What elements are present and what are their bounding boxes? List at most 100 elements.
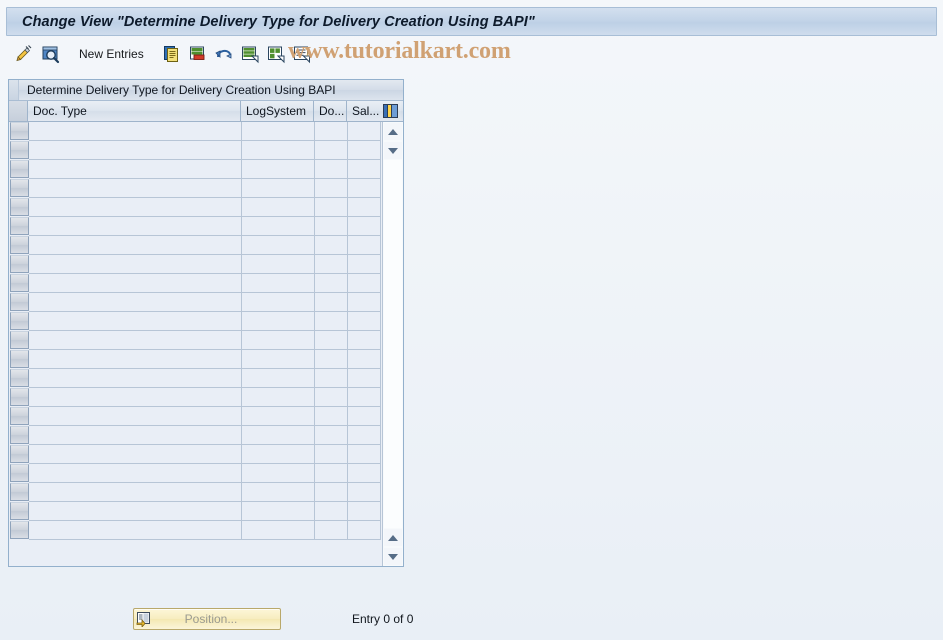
cell-sal[interactable]: [348, 274, 381, 293]
scroll-down-button-top[interactable]: [384, 142, 402, 159]
table-row[interactable]: [9, 122, 382, 141]
cell-log_system[interactable]: [242, 464, 315, 483]
cell-doc_type[interactable]: [29, 483, 242, 502]
cell-log_system[interactable]: [242, 388, 315, 407]
select-block-button[interactable]: [265, 43, 287, 65]
cell-do[interactable]: [315, 312, 348, 331]
row-select-button[interactable]: [10, 255, 29, 273]
cell-sal[interactable]: [348, 179, 381, 198]
cell-sal[interactable]: [348, 141, 381, 160]
cell-log_system[interactable]: [242, 407, 315, 426]
cell-sal[interactable]: [348, 198, 381, 217]
table-row[interactable]: [9, 198, 382, 217]
cell-do[interactable]: [315, 502, 348, 521]
cell-log_system[interactable]: [242, 198, 315, 217]
scrollbar-track[interactable]: [384, 160, 402, 528]
cell-log_system[interactable]: [242, 293, 315, 312]
deselect-all-button[interactable]: [291, 43, 313, 65]
column-header-do[interactable]: Do...: [314, 101, 347, 121]
row-select-button[interactable]: [10, 502, 29, 520]
cell-doc_type[interactable]: [29, 236, 242, 255]
table-row[interactable]: [9, 426, 382, 445]
cell-sal[interactable]: [348, 331, 381, 350]
cell-sal[interactable]: [348, 217, 381, 236]
row-select-button[interactable]: [10, 312, 29, 330]
table-row[interactable]: [9, 331, 382, 350]
delete-button[interactable]: [187, 43, 209, 65]
cell-doc_type[interactable]: [29, 217, 242, 236]
cell-log_system[interactable]: [242, 502, 315, 521]
cell-doc_type[interactable]: [29, 426, 242, 445]
cell-doc_type[interactable]: [29, 521, 242, 540]
cell-sal[interactable]: [348, 369, 381, 388]
cell-do[interactable]: [315, 274, 348, 293]
cell-sal[interactable]: [348, 388, 381, 407]
row-select-button[interactable]: [10, 407, 29, 425]
cell-doc_type[interactable]: [29, 160, 242, 179]
table-row[interactable]: [9, 445, 382, 464]
table-row[interactable]: [9, 350, 382, 369]
cell-doc_type[interactable]: [29, 502, 242, 521]
table-row[interactable]: [9, 312, 382, 331]
cell-sal[interactable]: [348, 502, 381, 521]
cell-do[interactable]: [315, 217, 348, 236]
cell-log_system[interactable]: [242, 350, 315, 369]
row-select-button[interactable]: [10, 445, 29, 463]
table-row[interactable]: [9, 179, 382, 198]
cell-sal[interactable]: [348, 407, 381, 426]
cell-log_system[interactable]: [242, 369, 315, 388]
scroll-up-button-bottom[interactable]: [384, 529, 402, 546]
cell-log_system[interactable]: [242, 179, 315, 198]
row-select-button[interactable]: [10, 122, 29, 140]
table-row[interactable]: [9, 255, 382, 274]
cell-do[interactable]: [315, 426, 348, 445]
cell-doc_type[interactable]: [29, 274, 242, 293]
cell-do[interactable]: [315, 236, 348, 255]
table-row[interactable]: [9, 369, 382, 388]
row-select-button[interactable]: [10, 141, 29, 159]
table-row[interactable]: [9, 217, 382, 236]
table-row[interactable]: [9, 236, 382, 255]
row-select-button[interactable]: [10, 388, 29, 406]
cell-log_system[interactable]: [242, 274, 315, 293]
cell-log_system[interactable]: [242, 426, 315, 445]
cell-doc_type[interactable]: [29, 312, 242, 331]
row-select-button[interactable]: [10, 198, 29, 216]
cell-doc_type[interactable]: [29, 122, 242, 141]
cell-log_system[interactable]: [242, 236, 315, 255]
cell-doc_type[interactable]: [29, 445, 242, 464]
row-select-button[interactable]: [10, 274, 29, 292]
cell-doc_type[interactable]: [29, 255, 242, 274]
cell-do[interactable]: [315, 464, 348, 483]
cell-log_system[interactable]: [242, 141, 315, 160]
cell-do[interactable]: [315, 179, 348, 198]
cell-log_system[interactable]: [242, 483, 315, 502]
cell-doc_type[interactable]: [29, 331, 242, 350]
cell-doc_type[interactable]: [29, 388, 242, 407]
cell-doc_type[interactable]: [29, 464, 242, 483]
row-select-button[interactable]: [10, 521, 29, 539]
row-select-button[interactable]: [10, 217, 29, 235]
row-select-button[interactable]: [10, 483, 29, 501]
table-row[interactable]: [9, 274, 382, 293]
row-select-button[interactable]: [10, 236, 29, 254]
cell-doc_type[interactable]: [29, 407, 242, 426]
display-change-button[interactable]: [14, 43, 36, 65]
table-row[interactable]: [9, 293, 382, 312]
table-row[interactable]: [9, 388, 382, 407]
cell-do[interactable]: [315, 255, 348, 274]
cell-do[interactable]: [315, 369, 348, 388]
cell-log_system[interactable]: [242, 160, 315, 179]
cell-do[interactable]: [315, 388, 348, 407]
table-row[interactable]: [9, 407, 382, 426]
header-select-all-cell[interactable]: [9, 101, 28, 121]
row-select-button[interactable]: [10, 426, 29, 444]
table-vertical-scrollbar[interactable]: [382, 122, 403, 566]
cell-do[interactable]: [315, 141, 348, 160]
cell-log_system[interactable]: [242, 331, 315, 350]
cell-log_system[interactable]: [242, 217, 315, 236]
cell-sal[interactable]: [348, 464, 381, 483]
cell-doc_type[interactable]: [29, 141, 242, 160]
cell-do[interactable]: [315, 445, 348, 464]
display-detail-button[interactable]: [40, 43, 62, 65]
